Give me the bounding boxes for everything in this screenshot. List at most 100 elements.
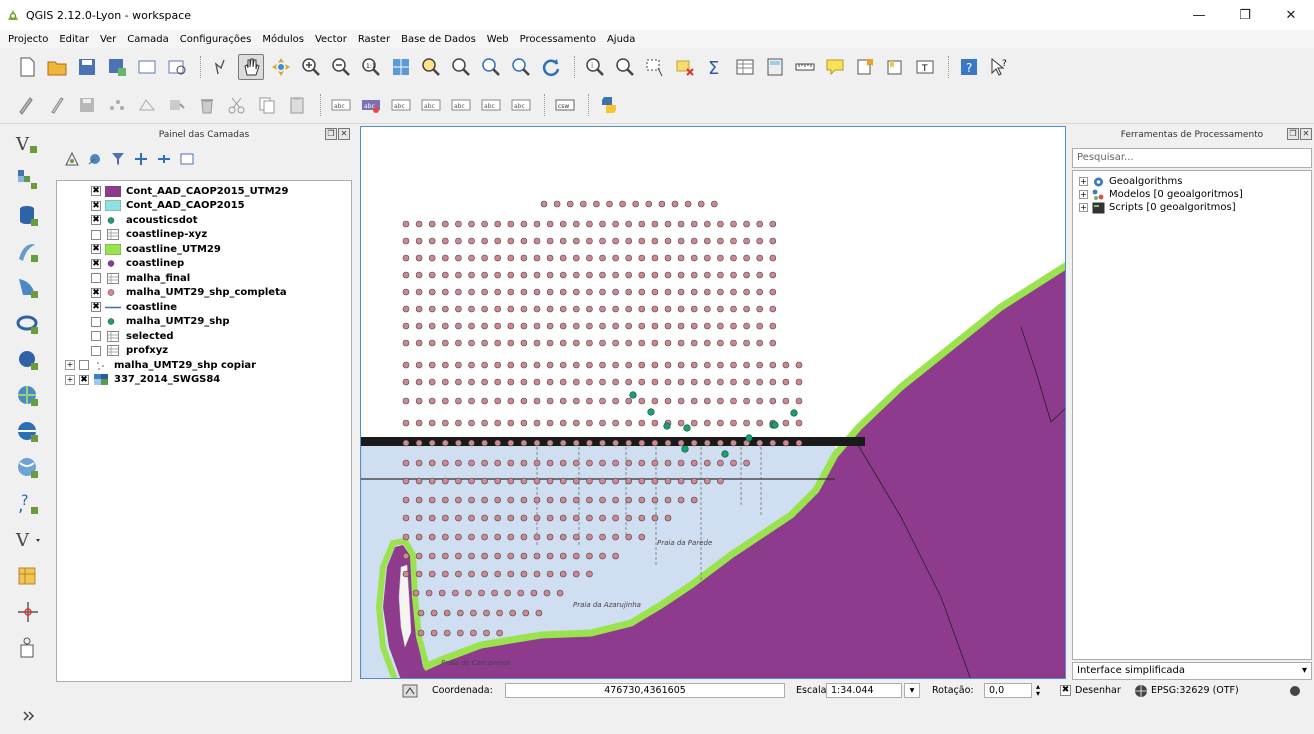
grid-point[interactable] bbox=[756, 220, 764, 228]
grid-point[interactable] bbox=[530, 589, 538, 597]
grid-point[interactable] bbox=[638, 339, 646, 347]
menu-item-ver[interactable]: Ver bbox=[100, 34, 116, 45]
grid-point[interactable] bbox=[730, 459, 737, 467]
grid-point[interactable] bbox=[455, 459, 462, 467]
grid-point[interactable] bbox=[546, 533, 554, 541]
grid-point[interactable] bbox=[438, 589, 446, 597]
grid-point[interactable] bbox=[769, 271, 777, 279]
grid-point[interactable] bbox=[559, 288, 567, 296]
grid-point[interactable] bbox=[507, 397, 515, 405]
grid-point[interactable] bbox=[573, 305, 580, 313]
grid-point[interactable] bbox=[625, 397, 633, 405]
grid-point[interactable] bbox=[769, 339, 777, 347]
composer-manager-icon[interactable] bbox=[164, 54, 190, 80]
layer-item[interactable]: coastlinep-xyz bbox=[57, 228, 351, 243]
grid-point[interactable] bbox=[717, 397, 724, 405]
grid-point[interactable] bbox=[415, 220, 423, 228]
grid-point[interactable] bbox=[553, 200, 561, 208]
grid-point[interactable] bbox=[573, 419, 580, 427]
grid-point[interactable] bbox=[586, 361, 593, 369]
grid-point[interactable] bbox=[599, 419, 606, 427]
grid-point[interactable] bbox=[559, 514, 567, 522]
grid-point[interactable] bbox=[586, 322, 593, 330]
grid-point[interactable] bbox=[677, 237, 685, 245]
grid-point[interactable] bbox=[494, 339, 501, 347]
grid-point[interactable] bbox=[743, 305, 750, 313]
grid-point[interactable] bbox=[586, 459, 593, 467]
grid-point[interactable] bbox=[468, 305, 475, 313]
grid-point[interactable] bbox=[559, 397, 567, 405]
grid-point[interactable] bbox=[442, 439, 449, 447]
grid-point[interactable] bbox=[606, 200, 613, 208]
grid-point[interactable] bbox=[442, 552, 449, 560]
interface-mode-select[interactable]: Interface simplificada ▾ bbox=[1072, 662, 1312, 680]
grid-point[interactable] bbox=[443, 609, 451, 617]
grid-point[interactable] bbox=[468, 397, 475, 405]
processing-tree-item[interactable]: + Scripts [0 geoalgoritmos] bbox=[1073, 201, 1311, 214]
measure-icon[interactable] bbox=[792, 54, 818, 80]
acoustic-point[interactable] bbox=[681, 445, 689, 453]
grid-point[interactable] bbox=[586, 397, 593, 405]
grid-point[interactable] bbox=[533, 419, 541, 427]
grid-point[interactable] bbox=[782, 439, 790, 447]
grid-point[interactable] bbox=[402, 570, 410, 578]
grid-point[interactable] bbox=[494, 570, 501, 578]
grid-point[interactable] bbox=[677, 322, 685, 330]
layer-item[interactable]: malha_UMT29_shp bbox=[57, 315, 351, 330]
grid-point[interactable] bbox=[730, 322, 737, 330]
menu-item-processamento[interactable]: Processamento bbox=[520, 34, 596, 45]
grid-point[interactable] bbox=[507, 271, 515, 279]
grid-point[interactable] bbox=[690, 397, 698, 405]
grid-point[interactable] bbox=[546, 514, 554, 522]
grid-point[interactable] bbox=[690, 271, 698, 279]
grid-point[interactable] bbox=[717, 220, 724, 228]
close-panel-button[interactable]: ✕ bbox=[338, 128, 350, 140]
grid-point[interactable] bbox=[795, 361, 803, 369]
acoustic-point[interactable] bbox=[721, 450, 729, 458]
grid-point[interactable] bbox=[455, 419, 462, 427]
grid-point[interactable] bbox=[546, 570, 554, 578]
grid-point[interactable] bbox=[586, 288, 593, 296]
grid-point[interactable] bbox=[559, 419, 567, 427]
grid-point[interactable] bbox=[455, 271, 462, 279]
grid-point[interactable] bbox=[507, 237, 515, 245]
grid-point[interactable] bbox=[690, 254, 698, 262]
grid-point[interactable] bbox=[494, 477, 501, 485]
grid-point[interactable] bbox=[651, 378, 659, 386]
processing-tree-item[interactable]: + Modelos [0 geoalgoritmos] bbox=[1073, 188, 1311, 201]
grid-point[interactable] bbox=[546, 419, 554, 427]
grid-point[interactable] bbox=[730, 397, 737, 405]
paste-features-icon[interactable] bbox=[284, 92, 310, 118]
grid-point[interactable] bbox=[507, 378, 515, 386]
grid-point[interactable] bbox=[546, 322, 554, 330]
grid-point[interactable] bbox=[703, 439, 711, 447]
grid-point[interactable] bbox=[481, 533, 488, 541]
change-label-icon[interactable]: abc bbox=[508, 92, 534, 118]
grid-point[interactable] bbox=[717, 419, 724, 427]
messages-icon[interactable] bbox=[1288, 683, 1302, 698]
grid-point[interactable] bbox=[795, 397, 803, 405]
layer-visibility-checkbox[interactable] bbox=[79, 360, 89, 371]
grid-point[interactable] bbox=[402, 439, 410, 447]
node-tool-icon[interactable] bbox=[164, 92, 190, 118]
grid-point[interactable] bbox=[586, 378, 593, 386]
run-action-icon[interactable] bbox=[612, 54, 638, 80]
grid-point[interactable] bbox=[703, 288, 711, 296]
grid-point[interactable] bbox=[533, 220, 541, 228]
grid-point[interactable] bbox=[612, 322, 619, 330]
grid-point[interactable] bbox=[559, 361, 567, 369]
grid-point[interactable] bbox=[417, 629, 425, 637]
grid-point[interactable] bbox=[559, 254, 567, 262]
grid-point[interactable] bbox=[507, 254, 515, 262]
grid-point[interactable] bbox=[612, 254, 619, 262]
grid-point[interactable] bbox=[573, 254, 580, 262]
expand-toggle-icon[interactable]: + bbox=[65, 360, 75, 371]
grid-point[interactable] bbox=[481, 288, 488, 296]
grid-point[interactable] bbox=[507, 220, 515, 228]
grid-point[interactable] bbox=[573, 459, 580, 467]
grid-point[interactable] bbox=[455, 496, 462, 504]
grid-point[interactable] bbox=[769, 288, 777, 296]
grid-point[interactable] bbox=[625, 271, 633, 279]
grid-point[interactable] bbox=[612, 533, 619, 541]
grid-point[interactable] bbox=[507, 322, 515, 330]
